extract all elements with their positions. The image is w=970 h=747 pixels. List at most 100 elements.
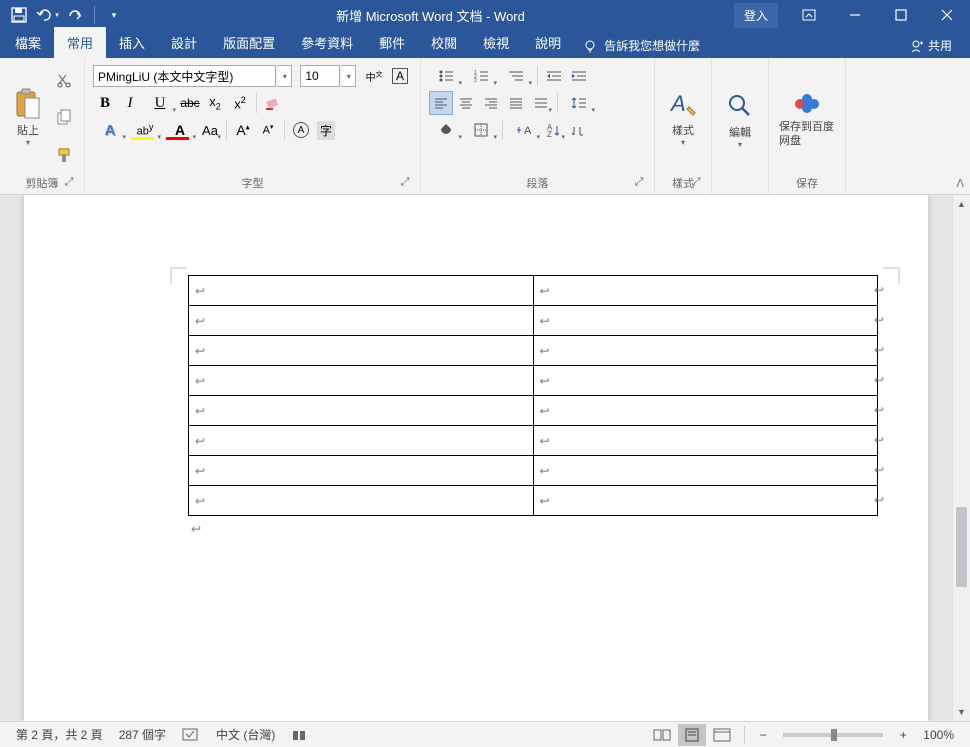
baidu-save-button[interactable]: 保存到百度网盘	[775, 62, 839, 173]
word-count[interactable]: 287 個字	[111, 726, 174, 743]
page[interactable]: ↩↩↩↩↩↩↩↩↩↩↩↩↩↩↩↩ ↩ ↩↩↩↩↩↩↩↩	[24, 195, 928, 721]
table-cell[interactable]: ↩	[189, 276, 534, 306]
justify-icon[interactable]	[504, 91, 528, 115]
maximize-icon[interactable]	[878, 0, 924, 30]
table-cell[interactable]: ↩	[189, 456, 534, 486]
vertical-scrollbar[interactable]: ▲ ▼	[952, 195, 970, 721]
scroll-down-icon[interactable]: ▼	[953, 703, 970, 721]
italic-icon[interactable]: I	[118, 91, 142, 115]
table-row[interactable]: ↩↩	[189, 336, 878, 366]
font-name-combo[interactable]: PMingLiU (本文中文字型)	[93, 65, 276, 87]
table-cell[interactable]: ↩	[533, 426, 878, 456]
table-cell[interactable]: ↩	[533, 396, 878, 426]
bullets-icon[interactable]	[429, 64, 463, 88]
table-cell[interactable]: ↩	[533, 276, 878, 306]
shading-icon[interactable]	[429, 118, 463, 142]
underline-icon[interactable]: U	[143, 91, 177, 115]
tab-home[interactable]: 常用	[54, 27, 106, 58]
language-indicator[interactable]: 中文 (台灣)	[208, 726, 283, 743]
text-effects-icon[interactable]: A	[93, 118, 127, 142]
clear-formatting-icon[interactable]	[261, 91, 285, 115]
close-icon[interactable]	[924, 0, 970, 30]
tab-references[interactable]: 參考資料	[288, 27, 366, 58]
tab-design[interactable]: 設計	[158, 27, 210, 58]
document-table[interactable]: ↩↩↩↩↩↩↩↩↩↩↩↩↩↩↩↩	[188, 275, 878, 516]
char-shading2-icon[interactable]: 字	[314, 118, 338, 142]
read-mode-icon[interactable]	[648, 724, 676, 746]
undo-icon[interactable]: ▾	[34, 2, 60, 28]
font-launcher-icon[interactable]: ⤢	[398, 176, 412, 190]
tab-review[interactable]: 校閱	[418, 27, 470, 58]
table-row[interactable]: ↩↩	[189, 396, 878, 426]
copy-icon[interactable]	[53, 106, 75, 128]
spellcheck-icon[interactable]	[174, 728, 208, 742]
char-shading-icon[interactable]: Aa	[198, 118, 222, 142]
table-cell[interactable]: ↩	[189, 486, 534, 516]
bold-icon[interactable]: B	[93, 91, 117, 115]
tab-layout[interactable]: 版面配置	[210, 27, 288, 58]
tab-mailings[interactable]: 郵件	[366, 27, 418, 58]
asian-layout-icon[interactable]: A	[507, 118, 541, 142]
table-cell[interactable]: ↩	[189, 306, 534, 336]
cut-icon[interactable]	[53, 69, 75, 91]
table-cell[interactable]: ↩	[189, 336, 534, 366]
zoom-slider-thumb[interactable]	[831, 729, 837, 741]
decrease-indent-icon[interactable]	[542, 64, 566, 88]
numbering-icon[interactable]: 123	[464, 64, 498, 88]
strikethrough-icon[interactable]: abc	[178, 91, 202, 115]
multilevel-icon[interactable]	[499, 64, 533, 88]
scroll-track[interactable]	[953, 213, 970, 703]
paste-button[interactable]: 貼上 ▾	[6, 62, 50, 173]
phonetic-guide-icon[interactable]: 中文	[362, 64, 386, 88]
zoom-out-icon[interactable]: −	[753, 724, 773, 746]
table-row[interactable]: ↩↩	[189, 486, 878, 516]
table-cell[interactable]: ↩	[533, 306, 878, 336]
tab-view[interactable]: 檢視	[470, 27, 522, 58]
font-color-icon[interactable]: A	[163, 118, 197, 142]
table-cell[interactable]: ↩	[189, 426, 534, 456]
minimize-icon[interactable]	[832, 0, 878, 30]
highlight-icon[interactable]: aby	[128, 118, 162, 142]
enclose-char-icon[interactable]: A	[289, 118, 313, 142]
font-name-dropdown-icon[interactable]: ▾	[278, 65, 292, 87]
subscript-icon[interactable]: x2	[203, 91, 227, 115]
macro-icon[interactable]	[283, 728, 317, 742]
table-cell[interactable]: ↩	[189, 396, 534, 426]
table-cell[interactable]: ↩	[533, 486, 878, 516]
web-layout-icon[interactable]	[708, 724, 736, 746]
scroll-thumb[interactable]	[956, 507, 967, 587]
page-indicator[interactable]: 第 2 頁，共 2 頁	[8, 726, 111, 743]
increase-indent-icon[interactable]	[567, 64, 591, 88]
zoom-level[interactable]: 100%	[915, 728, 962, 742]
format-painter-icon[interactable]	[53, 144, 75, 166]
table-row[interactable]: ↩↩	[189, 456, 878, 486]
tell-me-search[interactable]: 告訴我您想做什麼	[574, 33, 708, 58]
table-row[interactable]: ↩↩	[189, 276, 878, 306]
login-button[interactable]: 登入	[734, 3, 778, 28]
styles-launcher-icon[interactable]: ⤢	[689, 176, 703, 190]
table-row[interactable]: ↩↩	[189, 426, 878, 456]
borders-icon[interactable]	[464, 118, 498, 142]
table-cell[interactable]: ↩	[533, 366, 878, 396]
font-size-combo[interactable]: 10	[300, 65, 340, 87]
paragraph-launcher-icon[interactable]: ⤢	[632, 176, 646, 190]
zoom-in-icon[interactable]: +	[893, 724, 913, 746]
align-left-icon[interactable]	[429, 91, 453, 115]
tab-help[interactable]: 說明	[522, 27, 574, 58]
share-button[interactable]: 共用	[902, 33, 960, 58]
qat-customize-icon[interactable]: ▾	[101, 2, 127, 28]
clipboard-launcher-icon[interactable]: ⤢	[62, 176, 76, 190]
show-marks-icon[interactable]	[567, 118, 591, 142]
superscript-icon[interactable]: x2	[228, 91, 252, 115]
align-right-icon[interactable]	[479, 91, 503, 115]
collapse-ribbon-icon[interactable]: ᐱ	[956, 177, 964, 190]
char-border-icon[interactable]: A	[388, 64, 412, 88]
table-cell[interactable]: ↩	[533, 336, 878, 366]
zoom-slider[interactable]	[783, 733, 883, 737]
ribbon-options-icon[interactable]	[786, 0, 832, 30]
line-spacing-icon[interactable]	[562, 91, 596, 115]
scroll-up-icon[interactable]: ▲	[953, 195, 970, 213]
styles-button[interactable]: A 樣式 ▾	[661, 62, 705, 173]
save-icon[interactable]	[6, 2, 32, 28]
print-layout-icon[interactable]	[678, 724, 706, 746]
